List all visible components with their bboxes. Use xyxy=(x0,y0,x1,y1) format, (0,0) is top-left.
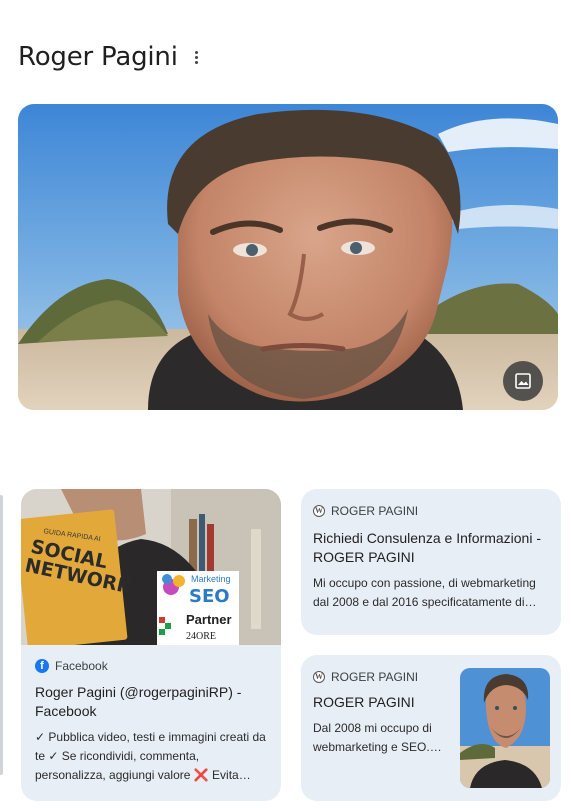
book-thumbnail: GUIDA RAPIDA AI SOCIAL NETWORK Marketing… xyxy=(21,489,281,645)
source-name: ROGER PAGINI xyxy=(331,670,419,684)
partner-sub-text: 24ORE xyxy=(186,631,216,642)
result-title[interactable]: Roger Pagini (@rogerpaginiRP) - Facebook xyxy=(35,683,271,721)
result-snippet: Mi occupo con passione, di webmarketing … xyxy=(313,576,537,609)
image-icon[interactable] xyxy=(503,361,543,401)
page-title: Roger Pagini xyxy=(18,42,178,72)
source-name: ROGER PAGINI xyxy=(331,504,419,518)
seo-text: SEO xyxy=(189,586,230,607)
facebook-icon: f xyxy=(35,659,49,673)
partner-text: Partner xyxy=(186,612,232,627)
source-name: Facebook xyxy=(55,659,108,673)
title-row: Roger Pagini xyxy=(18,42,206,72)
knowledge-panel: Roger Pagini GUIDA RAPIDA AI SOCIAL NETW… xyxy=(0,0,571,808)
result-card-consulenza[interactable]: W ROGER PAGINI Richiedi Consulenza e Inf… xyxy=(301,489,561,635)
wordpress-icon: W xyxy=(313,671,325,683)
previous-card-edge xyxy=(0,495,3,775)
result-card-facebook[interactable]: GUIDA RAPIDA AI SOCIAL NETWORK Marketing… xyxy=(21,489,281,801)
hero-image[interactable] xyxy=(18,104,558,410)
result-thumbnail xyxy=(460,668,550,788)
more-vert-icon[interactable] xyxy=(188,43,206,71)
result-title[interactable]: Richiedi Consulenza e Informazioni - ROG… xyxy=(313,529,551,567)
result-snippet: ✓ Pubblica video, testi e immagini creat… xyxy=(35,730,266,782)
source-row: f Facebook xyxy=(35,659,271,673)
marketing-text: Marketing xyxy=(191,574,231,584)
result-title[interactable]: ROGER PAGINI xyxy=(313,693,453,712)
source-row: W ROGER PAGINI xyxy=(313,504,551,518)
portrait-photo xyxy=(18,104,558,410)
wordpress-icon: W xyxy=(313,505,325,517)
source-row: W ROGER PAGINI xyxy=(313,670,453,684)
result-card-roger-pagini[interactable]: W ROGER PAGINI ROGER PAGINI Dal 2008 mi … xyxy=(301,655,561,801)
result-snippet: Dal 2008 mi occupo di webmarketing e SEO… xyxy=(313,721,442,754)
